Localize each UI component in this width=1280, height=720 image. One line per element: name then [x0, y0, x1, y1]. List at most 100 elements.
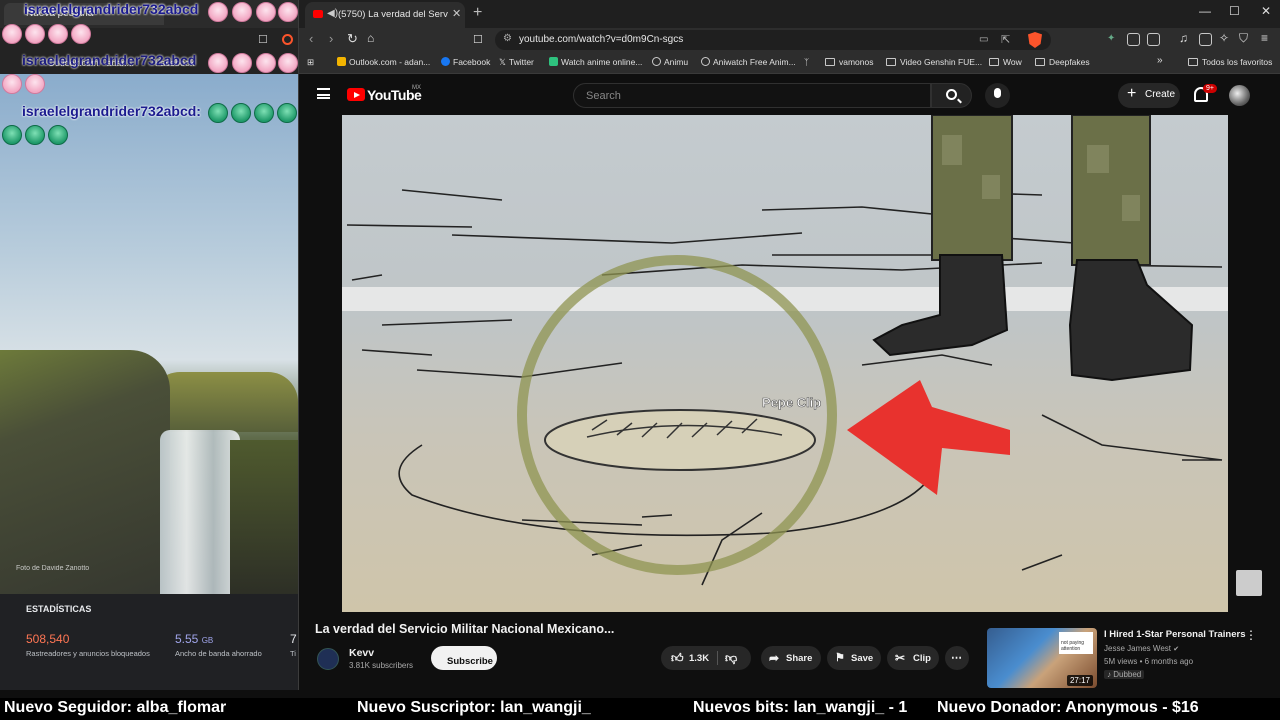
more-horizontal-icon: ⋯ [951, 652, 962, 664]
pink-emote-icon [208, 53, 228, 73]
youtube-masthead: YouTube MX Search + Create 9+ [299, 75, 1280, 115]
bookmark-facebook[interactable]: Facebook [441, 57, 490, 67]
more-bookmarks-icon[interactable]: » [1157, 55, 1163, 66]
menu-icon[interactable]: ≡ [1261, 31, 1268, 45]
search-icon [946, 89, 957, 100]
account-avatar[interactable] [1229, 85, 1250, 106]
brave-rewards-icon[interactable] [282, 34, 293, 45]
menu-hamburger-icon[interactable] [317, 88, 330, 99]
bookmark-folder-vamonos[interactable]: vamonos [825, 57, 874, 67]
green-emote-icon [25, 125, 45, 145]
subscriber-count: 3.81K subscribers [349, 661, 414, 670]
bookmark-icon[interactable]: ☐ [258, 33, 268, 46]
pink-emote-icon [278, 53, 298, 73]
back-icon[interactable]: ‹ [309, 31, 313, 46]
ticker-subscriber: Nuevo Suscriptor: lan_wangji_ [357, 699, 591, 716]
chat-username: israelelgrandrider732abcd: [22, 103, 201, 119]
video-player[interactable]: Pepe Clip [342, 115, 1228, 612]
tab-youtube[interactable]: ◀) (5750) La verdad del Servicio Militar… [305, 2, 465, 28]
youtube-logo-icon[interactable] [347, 88, 365, 101]
subscribe-button[interactable]: Subscribe [431, 646, 497, 670]
wallet-icon[interactable] [1199, 33, 1212, 46]
bookmark-animu[interactable]: Animu [652, 57, 688, 67]
photo-credit[interactable]: Foto de Davide Zanotto [16, 565, 89, 572]
minimize-icon[interactable]: — [1199, 4, 1211, 18]
plus-icon: + [1127, 85, 1137, 102]
facebook-icon [441, 57, 450, 66]
pink-emote-icon [25, 74, 45, 94]
bookmark-page-icon[interactable]: ☐ [473, 33, 483, 46]
twitch-icon[interactable]: ᛉ [804, 57, 809, 67]
share-page-icon[interactable]: ⇱ [1001, 33, 1010, 46]
site-settings-icon[interactable]: ⚙ [503, 33, 512, 44]
address-bar[interactable]: ⚙ youtube.com/watch?v=d0m9Cn-sgcs ▭ ⇱ [495, 30, 1051, 50]
miniplayer-thumbnail[interactable] [1236, 570, 1262, 596]
scissors-icon: ✂ [895, 651, 906, 665]
forward-icon[interactable]: › [329, 31, 333, 46]
video-title: La verdad del Servicio Militar Nacional … [315, 622, 615, 636]
like-dislike-group: 👍︎ 1.3K 👎︎ [661, 646, 751, 670]
notification-count-badge: 9+ [1203, 84, 1217, 93]
recommended-thumbnail[interactable]: not paying attention 27:17 [987, 628, 1097, 688]
speaker-icon[interactable]: ◀) [327, 8, 338, 19]
recommended-channel[interactable]: Jesse James West ✔ [1104, 644, 1179, 653]
recommended-title[interactable]: I Hired 1-Star Personal Trainers [1104, 629, 1246, 640]
media-icon[interactable]: ♫ [1179, 31, 1188, 45]
stats-header: ESTADÍSTICAS [26, 604, 92, 614]
share-button[interactable]: ➦ Share [761, 646, 821, 670]
voice-search-icon[interactable] [985, 83, 1010, 108]
close-tab-icon[interactable]: ✕ [452, 7, 461, 20]
pink-emote-icon [208, 2, 228, 22]
chat-username: israelelgrandrider732abcd [22, 52, 197, 68]
pink-emote-icon [2, 74, 22, 94]
thumbs-down-icon[interactable]: 👎︎ [725, 651, 737, 666]
clip-button[interactable]: ✂ Clip [887, 646, 939, 670]
bookmark-watch-anime[interactable]: Watch anime online... [549, 57, 642, 67]
folder-icon [989, 58, 999, 66]
save-button[interactable]: ⚑ Save [827, 646, 881, 670]
reload-icon[interactable]: ↻ [347, 31, 358, 47]
bookmark-outlook[interactable]: Outlook.com - adan... [337, 57, 430, 67]
vpn-icon[interactable]: ⛉ [1239, 31, 1248, 46]
like-count[interactable]: 1.3K [689, 653, 709, 664]
home-icon[interactable]: ⌂ [367, 31, 374, 45]
search-placeholder: Search [586, 90, 621, 102]
bandwidth-saved-label: Ancho de banda ahorrado [175, 649, 262, 658]
maximize-icon[interactable]: ☐ [1229, 4, 1240, 18]
chat-username: israelelgrandrider732abcd [24, 1, 199, 17]
channel-name[interactable]: Kevv [349, 647, 374, 659]
bookmark-folder-genshin[interactable]: Video Genshin FUE... [886, 57, 982, 67]
globe-icon [652, 57, 661, 66]
pink-emote-icon [48, 24, 68, 44]
time-saved-label: Ti [290, 649, 296, 658]
more-actions-button[interactable]: ⋯ [945, 646, 969, 670]
bookmark-twitter[interactable]: 𝕏 Twitter [499, 57, 534, 68]
pink-emote-icon [278, 2, 298, 22]
bookmark-icon: ⚑ [835, 652, 845, 664]
bookmark-folder-deepfakes[interactable]: Deepfakes [1035, 57, 1090, 67]
search-input[interactable]: Search [573, 83, 931, 108]
apps-icon[interactable]: ⊞ [307, 57, 314, 68]
bandwidth-saved-value: 5.55 GB [175, 632, 214, 646]
bookmark-folder-all[interactable]: Todos los favoritos [1188, 57, 1272, 67]
close-window-icon[interactable]: ✕ [1261, 4, 1271, 18]
recommended-more-icon[interactable]: ⋮ [1245, 628, 1257, 642]
leo-ai-icon[interactable]: ✧ [1219, 31, 1229, 45]
create-button[interactable]: + Create [1118, 83, 1180, 108]
sidebar-icon[interactable] [1147, 33, 1160, 46]
extensions-icon[interactable] [1127, 33, 1140, 46]
new-tab-icon[interactable]: + [473, 4, 482, 22]
extension-leaf-icon[interactable]: ✦ [1107, 33, 1115, 44]
video-frame-illustration: Pepe Clip [342, 115, 1228, 586]
brave-stats-widget: ESTADÍSTICAS 508,540 Rastreadores y anun… [0, 594, 298, 690]
bookmark-folder-wow[interactable]: Wow [989, 57, 1022, 67]
recommended-meta: 5M views • 6 months ago [1104, 657, 1194, 666]
cast-icon[interactable]: ▭ [979, 34, 988, 45]
channel-avatar[interactable] [317, 648, 339, 670]
video-watermark: Pepe Clip [762, 395, 821, 410]
ticker-donor: Nuevo Donador: Anonymous - $16 [937, 699, 1199, 716]
bookmark-aniwatch[interactable]: Aniwatch Free Anim... [701, 57, 796, 67]
pink-emote-icon [256, 2, 276, 22]
search-button[interactable] [931, 83, 972, 108]
thumbs-up-icon[interactable]: 👍︎ [671, 651, 684, 666]
